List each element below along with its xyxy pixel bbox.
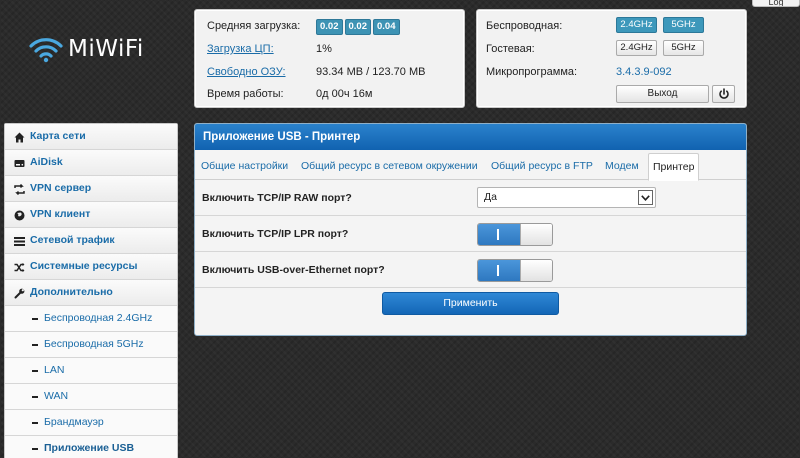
tab-samba[interactable]: Общий ресурс в сетевом окружении [301,153,478,180]
sidebar-subitem-label: WAN [44,390,69,402]
sidebar-item-aidisk[interactable]: AiDisk [5,150,177,176]
firmware-link[interactable]: 3.4.3.9-092 [616,64,672,80]
status-panel-network: Беспроводная: 2.4GHz 5GHz Гостевая: 2.4G… [476,9,747,108]
wireless-label: Беспроводная: [486,20,563,32]
sidebar-item-vpn-client[interactable]: VPN клиент [5,202,177,228]
sidebar-subitem-wan[interactable]: WAN [5,384,177,410]
sidebar-item-vpn-server[interactable]: VPN сервер [5,176,177,202]
cpu-link[interactable]: Загрузка ЦП: [207,41,274,57]
logo-text: MiWiFi [68,36,144,62]
sidebar-subitem-firewall[interactable]: Брандмауэр [5,410,177,436]
tab-printer[interactable]: Принтер [648,153,700,181]
sidebar-subitem-label: Беспроводная 5GHz [44,338,144,350]
chevron-down-icon [638,190,653,205]
usb-ethernet-label: Включить USB-over-Ethernet порт? [202,264,385,276]
dash-icon [32,370,38,372]
ram-value: 93.34 MB / 123.70 MB [316,66,426,78]
sidebar-item-label: Дополнительно [30,286,113,298]
raw-port-value: Да [484,191,497,203]
sidebar-item-label: Сетевой трафик [30,234,115,246]
usb-ethernet-toggle[interactable] [477,259,553,282]
dash-icon [32,344,38,346]
load-badge-2: 0.02 [344,19,371,35]
sidebar-subitem-label: Брандмауэр [44,416,104,428]
dash-icon [32,422,38,424]
sidebar-item-label: Карта сети [30,130,86,142]
traffic-icon [14,237,25,246]
apply-button[interactable]: Применить [382,292,559,315]
usb-ethernet-row: Включить USB-over-Ethernet порт? [195,252,746,288]
sidebar-item-label: AiDisk [30,156,63,168]
home-icon [14,132,25,143]
sidebar-item-advanced[interactable]: Дополнительно [5,280,177,306]
sidebar-item-traffic[interactable]: Сетевой трафик [5,228,177,254]
sidebar-subitem-label: LAN [44,364,65,376]
load-badge-1: 0.02 [316,19,343,35]
sidebar: Карта сети AiDisk VPN сервер VPN клиент … [4,123,178,458]
logout-button[interactable]: Выход [616,85,709,103]
load-label: Средняя загрузка: [207,20,301,32]
vpn-server-icon [14,184,25,195]
tab-bar: Общие настройки Общий ресурс в сетевом о… [195,150,746,181]
uptime-value: 0д 00ч 16м [316,88,373,100]
guest-row: Гостевая: [477,41,746,57]
cpu-value: 1% [316,43,332,55]
sidebar-item-network-map[interactable]: Карта сети [5,124,177,150]
guest-label: Гостевая: [486,43,535,55]
sidebar-subitem-wireless-5[interactable]: Беспроводная 5GHz [5,332,177,358]
sidebar-subitem-wireless-24[interactable]: Беспроводная 2.4GHz [5,306,177,332]
sidebar-item-label: VPN сервер [30,182,92,194]
sidebar-subitem-lan[interactable]: LAN [5,358,177,384]
tab-modem[interactable]: Модем [605,153,639,180]
uptime-label: Время работы: [207,88,284,100]
sidebar-subitem-label: Беспроводная 2.4GHz [44,312,153,324]
raw-port-label: Включить TCP/IP RAW порт? [202,192,352,204]
dash-icon [32,318,38,320]
wireless-2g-button[interactable]: 2.4GHz [616,17,657,33]
wireless-row: Беспроводная: [477,18,746,34]
raw-port-select[interactable]: Да [477,187,656,208]
page-title: Приложение USB - Принтер [195,124,746,150]
power-icon [718,88,729,99]
wrench-icon [14,288,25,299]
toggle-on-track [478,260,520,281]
status-panel-system: Средняя загрузка: 0.02 0.02 0.04 Загрузка … [194,9,465,108]
raw-port-row: Включить TCP/IP RAW порт? Да [195,180,746,216]
load-values: 0.02 0.02 0.04 [316,18,402,35]
tab-general[interactable]: Общие настройки [201,153,288,180]
reboot-button[interactable] [712,85,735,103]
toggle-knob [520,260,552,281]
wifi-icon [29,38,63,63]
logo: MiWiFi [28,33,144,65]
disk-icon [14,160,25,167]
guest-5g-button[interactable]: 5GHz [663,40,704,56]
cpu-row: Загрузка ЦП: 1% [195,41,464,57]
sidebar-item-system-resources[interactable]: Системные ресурсы [5,254,177,280]
firmware-row: Микропрограмма: 3.4.3.9-092 [477,64,746,80]
load-row: Средняя загрузка: 0.02 0.02 0.04 [195,18,464,35]
tab-ftp[interactable]: Общий ресурс в FTP [491,153,593,180]
globe-icon [14,210,25,221]
shuffle-icon [14,263,25,272]
log-tab[interactable]: Log [752,0,800,7]
ram-link[interactable]: Свободно ОЗУ: [207,64,286,80]
lpr-port-row: Включить TCP/IP LPR порт? [195,216,746,252]
firmware-label: Микропрограмма: [486,66,578,78]
sidebar-subitem-label: Приложение USB [44,442,135,454]
lpr-port-toggle[interactable] [477,223,553,246]
sidebar-item-label: VPN клиент [30,208,91,220]
uptime-row: Время работы: 0д 00ч 16м [195,86,464,102]
sidebar-subitem-usb-app[interactable]: Приложение USB [5,436,177,458]
sidebar-item-label: Системные ресурсы [30,260,138,272]
dash-icon [32,396,38,398]
load-badge-3: 0.04 [373,19,400,35]
dash-icon [32,448,38,450]
ram-row: Свободно ОЗУ: 93.34 MB / 123.70 MB [195,64,464,80]
guest-2g-button[interactable]: 2.4GHz [616,40,657,56]
usb-printer-panel: Приложение USB - Принтер Общие настройки… [194,123,747,336]
wireless-5g-button[interactable]: 5GHz [663,17,704,33]
lpr-port-label: Включить TCP/IP LPR порт? [202,228,349,240]
toggle-on-track [478,224,520,245]
toggle-knob [520,224,552,245]
